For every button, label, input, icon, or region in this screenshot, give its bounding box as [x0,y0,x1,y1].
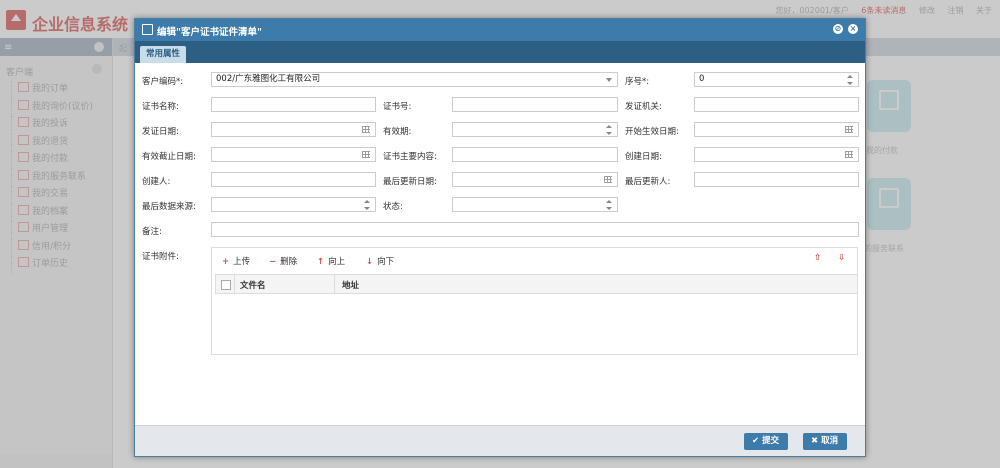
remark-input[interactable] [211,222,859,237]
submit-button[interactable]: ✔ 提交 [744,433,789,450]
tab-common-properties[interactable]: 常用属性 [140,46,187,63]
effective-date-input[interactable] [694,122,859,137]
cert-no-label: 证书号: [383,102,412,112]
customer-code-select[interactable]: 002/广东雅图化工有限公司 [211,72,618,87]
create-date-label: 创建日期: [625,152,662,162]
delete-button[interactable]: − 删除 [269,255,297,267]
spinner-icon[interactable] [364,200,370,210]
remark-label: 备注: [142,227,162,237]
dialog-title: 编辑"客户证书证件清单" [157,27,262,38]
check-icon: ✔ [752,436,763,446]
close-icon[interactable]: × [848,24,858,34]
expire-date-input[interactable] [211,147,376,162]
spinner-icon[interactable] [606,200,612,210]
chevron-down-icon [606,78,612,82]
main-content-input[interactable] [452,147,618,162]
issue-date-input[interactable] [211,122,376,137]
status-stepper[interactable] [452,197,618,212]
expire-date-label: 有效截止日期: [142,152,196,162]
column-filename[interactable]: 文件名 [240,279,266,291]
calendar-icon[interactable] [845,151,853,158]
close-icon: ✖ [811,436,822,446]
select-all-checkbox[interactable] [221,280,231,290]
creator-input[interactable] [211,172,376,187]
edit-dialog: 编辑"客户证书证件清单" ⊘ × 常用属性 客户编码*: 002/广东雅图化工有… [134,18,866,457]
edit-icon [142,24,153,35]
last-update-date-label: 最后更新日期: [383,177,437,187]
arrow-down-icon: ↓ [366,257,374,267]
arrow-up-icon: ↑ [317,257,325,267]
validity-stepper[interactable] [452,122,618,137]
customer-code-label: 客户编码*: [142,77,184,87]
main-content-label: 证书主要内容: [383,152,437,162]
effective-date-label: 开始生效日期: [625,127,679,137]
attachment-label: 证书附件: [142,252,179,262]
cert-name-label: 证书名称: [142,102,179,112]
validity-label: 有效期: [383,127,412,137]
last-update-date-input[interactable] [452,172,618,187]
move-down-button[interactable]: ↓ 向下 [366,255,394,267]
last-source-label: 最后数据来源: [142,202,196,212]
issuer-label: 发证机关: [625,102,662,112]
last-updater-input[interactable] [694,172,859,187]
seq-stepper[interactable]: 0 [694,72,859,87]
calendar-icon[interactable] [362,151,370,158]
create-date-input[interactable] [694,147,859,162]
creator-label: 创建人: [142,177,171,187]
calendar-icon[interactable] [845,126,853,133]
cancel-button[interactable]: ✖ 取消 [803,433,848,450]
last-source-stepper[interactable] [211,197,376,212]
calendar-icon[interactable] [604,176,612,183]
dialog-footer: ✔ 提交 ✖ 取消 [135,425,865,456]
spinner-icon[interactable] [606,125,612,135]
upload-button[interactable]: + 上传 [222,255,250,267]
move-up-button[interactable]: ↑ 向上 [317,255,345,267]
seq-label: 序号*: [625,77,650,87]
status-label: 状态: [383,202,403,212]
export-icon[interactable]: ⇧ [814,253,821,263]
column-address[interactable]: 地址 [342,279,359,291]
download-icon[interactable]: ⇩ [838,253,845,263]
spinner-icon[interactable] [847,75,853,85]
minus-icon: − [269,257,277,267]
dialog-header: 编辑"客户证书证件清单" ⊘ × [135,19,865,41]
issuer-input[interactable] [694,97,859,112]
calendar-icon[interactable] [362,126,370,133]
dialog-tabbar: 常用属性 [135,41,865,63]
last-updater-label: 最后更新人: [625,177,671,187]
cert-name-input[interactable] [211,97,376,112]
attachment-panel: + 上传 − 删除 ↑ 向上 ↓ 向下 ⇧ ⇩ 文件名 地址 [211,247,858,355]
plus-icon: + [222,257,230,267]
restore-icon[interactable]: ⊘ [833,24,843,34]
issue-date-label: 发证日期: [142,127,179,137]
attachment-grid-header: 文件名 地址 [215,274,858,294]
cert-no-input[interactable] [452,97,618,112]
